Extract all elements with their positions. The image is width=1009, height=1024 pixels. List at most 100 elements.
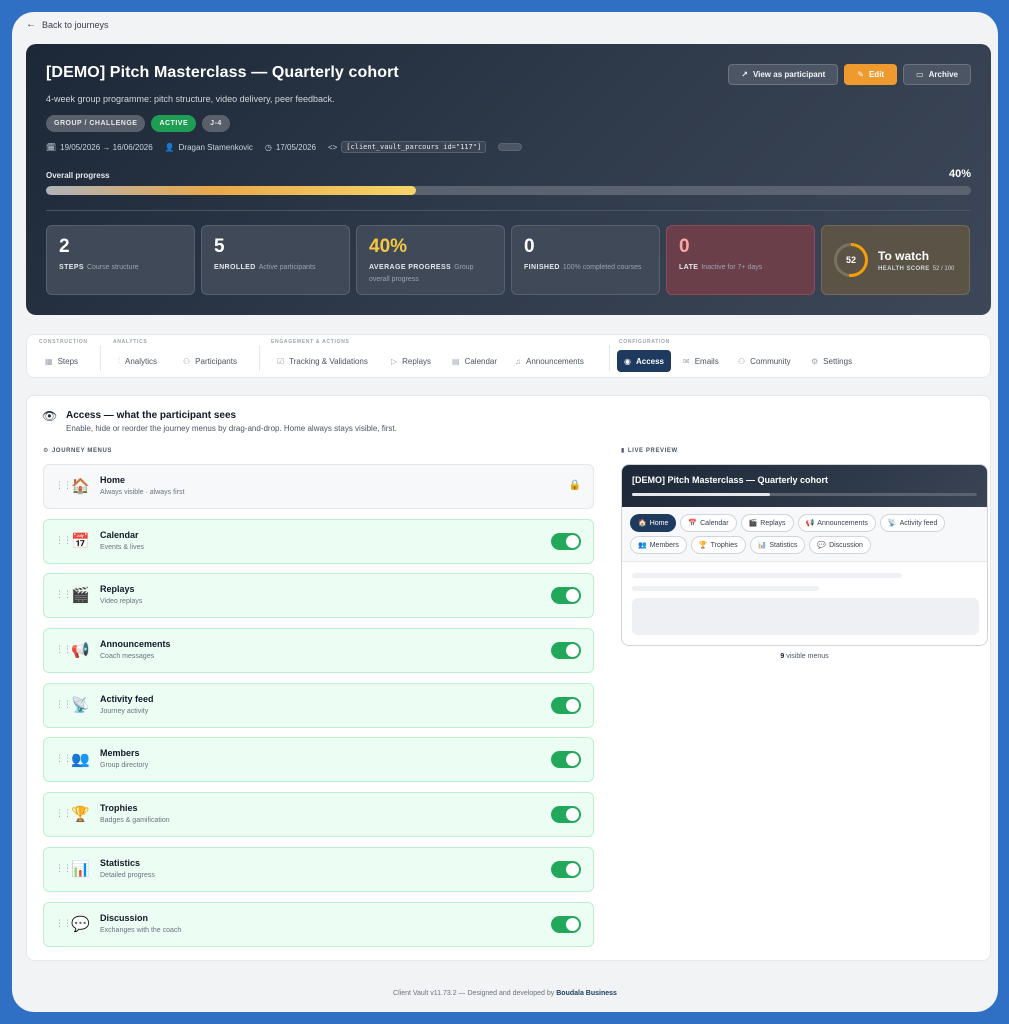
drag-handle-icon[interactable]: ⋮⋮ <box>55 863 72 874</box>
tab-steps[interactable]: ▦ Steps <box>38 350 85 372</box>
preview-chip-members[interactable]: 👥 Members <box>630 536 687 554</box>
toggle-knob <box>566 917 579 931</box>
health-score-value: 52 <box>837 246 865 274</box>
tab-analytics[interactable]: ⫶ Analytics <box>111 350 164 372</box>
menu-name: Activity feed <box>100 693 154 704</box>
tab-label: Replays <box>402 356 432 366</box>
chip-emoji-icon: 👥 <box>638 542 647 549</box>
visible-menus-count: 9 visible menus <box>621 653 988 660</box>
footer-text: Client Vault v11.73.2 — Designed and dev… <box>393 990 555 997</box>
visibility-toggle[interactable] <box>551 696 581 714</box>
visibility-toggle[interactable] <box>551 806 581 824</box>
tab-tracking[interactable]: ☑ Tracking & Validations <box>270 350 375 372</box>
menu-row-activity-feed[interactable]: ⋮⋮ 📡 Activity feed Journey activity <box>43 682 594 728</box>
chip-label: Trophies <box>710 541 738 549</box>
preview-chip-trophies[interactable]: 🏆 Trophies <box>690 536 746 554</box>
drag-handle-icon[interactable]: ⋮⋮ <box>55 808 72 819</box>
tab-settings[interactable]: ⚙ Settings <box>804 350 859 372</box>
chip-label: Calendar <box>700 519 729 527</box>
drag-handle-icon: ⋮⋮ <box>55 480 72 490</box>
tab-label: Analytics <box>125 356 158 366</box>
tab-label: Community <box>750 356 791 366</box>
nav-group-analytics: ANALYTICS <box>113 339 148 345</box>
visibility-toggle[interactable] <box>551 751 581 769</box>
visibility-toggle[interactable] <box>551 860 581 878</box>
preview-chip-statistics[interactable]: 📊 Statistics <box>749 536 806 554</box>
tab-emails[interactable]: ✉ Emails <box>676 350 726 372</box>
access-panel: 👁 Access — what the participant sees Ena… <box>26 395 991 961</box>
progress-percent: 40% <box>948 168 971 180</box>
tab-replays[interactable]: ▷ Replays <box>384 350 438 372</box>
menu-emoji-icon: 📊 <box>71 860 90 878</box>
copy-toggle[interactable] <box>498 143 523 151</box>
users-icon: ⚇ <box>738 356 746 366</box>
toggle-knob <box>566 589 579 603</box>
menu-desc: Detailed progress <box>100 871 155 879</box>
footer-brand[interactable]: Boudala Business <box>556 990 617 997</box>
stat-desc: Course structure <box>86 264 139 271</box>
visibility-toggle[interactable] <box>551 532 581 550</box>
menu-row-announcements[interactable]: ⋮⋮ 📢 Announcements Coach messages <box>43 628 594 674</box>
grid-icon: ▦ <box>45 356 53 366</box>
health-title: To watch <box>878 248 930 263</box>
nav-separator <box>100 345 101 371</box>
shortcode[interactable]: [client_vault_parcours id="117"] <box>341 141 487 153</box>
drag-handle-icon[interactable]: ⋮⋮ <box>55 699 72 710</box>
tab-community[interactable]: ⚇ Community <box>731 350 798 372</box>
drag-handle-icon[interactable]: ⋮⋮ <box>55 589 72 600</box>
skeleton-line <box>632 586 819 591</box>
tab-access[interactable]: ◉ Access <box>617 350 672 372</box>
live-preview-text: LIVE PREVIEW <box>627 447 678 454</box>
stat-value: 40% <box>369 236 408 257</box>
menu-desc: Coach messages <box>100 653 155 661</box>
chip-label: Announcements <box>817 519 868 527</box>
stat-desc: Active participants <box>258 264 316 271</box>
drag-handle-icon[interactable]: ⋮⋮ <box>55 644 72 655</box>
visible-count: 9 <box>780 653 785 660</box>
menu-row-replays[interactable]: ⋮⋮ 🎬 Replays Video replays <box>43 573 594 619</box>
preview-chip-announcements[interactable]: 📢 Announcements <box>797 514 876 532</box>
type-tag: GROUP / CHALLENGE <box>46 115 146 132</box>
visibility-toggle[interactable] <box>551 587 581 605</box>
preview-chip-discussion[interactable]: 💬 Discussion <box>809 536 871 554</box>
view-as-participant-button[interactable]: ↗ View as participant <box>728 64 839 85</box>
page-title: [DEMO] Pitch Masterclass — Quarterly coh… <box>46 64 399 81</box>
archive-label: Archive <box>928 70 958 79</box>
visibility-toggle[interactable] <box>551 915 581 933</box>
drag-handle-icon[interactable]: ⋮⋮ <box>55 535 72 546</box>
edit-label: Edit <box>868 70 885 79</box>
menu-row-discussion[interactable]: ⋮⋮ 💬 Discussion Exchanges with the coach <box>43 901 594 947</box>
preview-chip-activity-feed[interactable]: 📡 Activity feed <box>879 514 946 532</box>
drag-handle-icon[interactable]: ⋮⋮ <box>55 918 72 929</box>
menu-desc: Exchanges with the coach <box>100 926 182 934</box>
menu-row-trophies[interactable]: ⋮⋮ 🏆 Trophies Badges & gamification <box>43 792 594 838</box>
preview-chip-replays[interactable]: 🎬 Replays <box>740 514 794 532</box>
stat-label: FINISHED <box>524 264 560 271</box>
edit-icon: ✎ <box>857 70 864 79</box>
drag-handle-icon[interactable]: ⋮⋮ <box>55 753 72 764</box>
menu-row-calendar[interactable]: ⋮⋮ 📅 Calendar Events & lives <box>43 518 594 564</box>
preview-title: [DEMO] Pitch Masterclass — Quarterly coh… <box>632 475 829 485</box>
tab-calendar[interactable]: ▤ Calendar <box>445 350 504 372</box>
archive-button[interactable]: ▭ Archive <box>903 64 971 85</box>
preview-header: [DEMO] Pitch Masterclass — Quarterly coh… <box>622 465 987 507</box>
menu-desc: Journey activity <box>100 707 149 715</box>
phone-icon: ▮ <box>621 448 625 454</box>
edit-button[interactable]: ✎ Edit <box>844 64 898 85</box>
menu-emoji-icon: 📡 <box>71 696 90 714</box>
journey-meta: 🗓 19/05/2026 → 16/06/2026 👤 Dragan Stamenk… <box>46 141 523 153</box>
menu-row-statistics[interactable]: ⋮⋮ 📊 Statistics Detailed progress <box>43 846 594 892</box>
nav-group-construction: CONSTRUCTION <box>39 339 88 345</box>
preview-chip-home[interactable]: 🏠 Home <box>630 514 677 532</box>
menu-row-members[interactable]: ⋮⋮ 👥 Members Group directory <box>43 737 594 783</box>
preview-chip-calendar[interactable]: 📅 Calendar <box>680 514 737 532</box>
tab-announcements[interactable]: ♫ Announcements <box>508 350 591 372</box>
progress-label: Overall progress <box>46 171 110 180</box>
back-link[interactable]: ← Back to journeys <box>26 19 109 30</box>
tag-list: GROUP / CHALLENGE ACTIVE J-4 <box>46 115 230 132</box>
eye-icon: 👁 <box>42 409 58 423</box>
play-icon: ▷ <box>391 356 398 366</box>
tab-participants[interactable]: ⚇ Participants <box>176 350 244 372</box>
live-preview-label: ▮ LIVE PREVIEW <box>621 447 678 455</box>
visibility-toggle[interactable] <box>551 642 581 660</box>
